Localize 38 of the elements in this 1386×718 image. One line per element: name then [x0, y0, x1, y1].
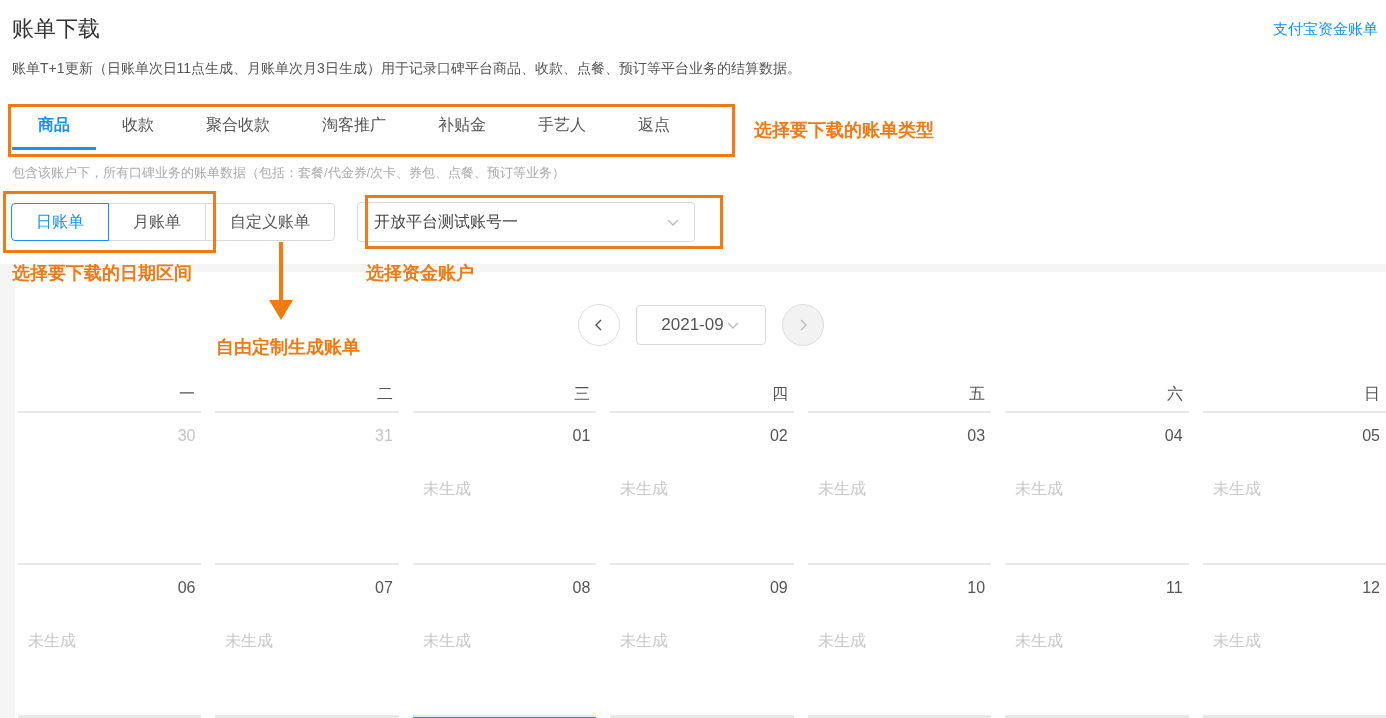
weekday-header: 六 [1005, 346, 1189, 413]
bill-type-tab[interactable]: 手艺人 [512, 104, 612, 150]
annotation-note: 自由定制生成账单 [216, 336, 360, 359]
day-number: 07 [374, 579, 393, 597]
annotation-note: 选择要下载的账单类型 [754, 119, 934, 142]
bill-type-tab[interactable]: 淘客推广 [296, 104, 412, 150]
day-number: 03 [966, 427, 986, 445]
bill-type-tab[interactable]: 补贴金 [412, 104, 512, 150]
weekday-header: 一 [18, 346, 202, 413]
day-number: 08 [571, 579, 591, 597]
account-select[interactable]: 开放平台测试账号一 [357, 202, 695, 242]
month-select[interactable]: 2021-09 [635, 305, 766, 345]
bill-type-tab[interactable]: 返点 [612, 104, 696, 150]
day-number: 30 [176, 427, 196, 445]
previous-month-button[interactable] [577, 304, 620, 346]
day-number: 10 [966, 579, 986, 597]
day-number: 11 [1164, 579, 1183, 597]
page-title: 账单下载 [12, 15, 100, 43]
day-number: 04 [1163, 427, 1183, 445]
day-number: 06 [176, 579, 196, 597]
day-number: 12 [1361, 579, 1380, 597]
annotation-note: 选择资金账户 [366, 262, 474, 285]
day-number: 05 [1361, 427, 1380, 445]
day-number: 09 [768, 579, 788, 597]
tab-hint-text: 包含该账户下，所有口碑业务的账单数据（包括：套餐/代金券/次卡、券包、点餐、预订等业务） [12, 164, 567, 182]
weekday-header: 四 [610, 346, 794, 413]
weekday-header: 日 [1202, 346, 1386, 413]
description-text: 账单T+1更新（日账单次日11点生成、月账单次月3日生成）用于记录口碑平台商品、收款、点餐、预订等平台业务的结算数据。 [12, 60, 802, 78]
annotation-note: 选择要下载的日期区间 [12, 262, 192, 285]
weekday-header: 五 [807, 346, 992, 413]
bill-type-tab[interactable]: 聚合收款 [180, 104, 296, 150]
weekday-header: 三 [412, 346, 597, 413]
day-number: 01 [571, 427, 591, 445]
bill-type-tab[interactable]: 收款 [96, 104, 180, 150]
period-button[interactable]: 自定义账单 [205, 203, 335, 241]
day-number: 31 [374, 427, 393, 445]
day-number: 02 [768, 427, 788, 445]
period-button[interactable]: 月账单 [108, 203, 206, 241]
